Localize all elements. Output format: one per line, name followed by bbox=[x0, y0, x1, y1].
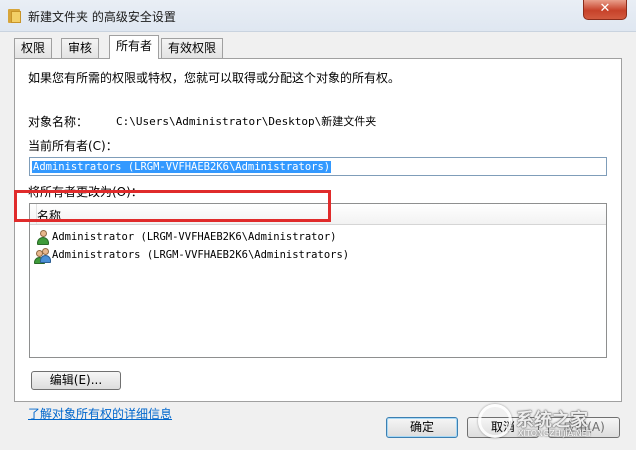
edit-button[interactable]: 编辑(E)... bbox=[31, 371, 121, 390]
folder-icon bbox=[8, 7, 22, 23]
watermark: 系统之家 XITONGZHIJIA.NET bbox=[470, 398, 630, 446]
tab-auditing[interactable]: 审核 bbox=[61, 38, 100, 58]
list-item-label: Administrator (LRGM-VVFHAEB2K6\Administr… bbox=[52, 231, 337, 243]
tab-owner[interactable]: 所有者 bbox=[109, 35, 160, 59]
list-item-administrator[interactable]: Administrator (LRGM-VVFHAEB2K6\Administr… bbox=[30, 229, 606, 247]
list-item-administrators[interactable]: Administrators (LRGM-VVFHAEB2K6\Administ… bbox=[30, 247, 606, 265]
ok-button[interactable]: 确定 bbox=[386, 417, 458, 438]
user-icon bbox=[36, 230, 50, 246]
current-owner-field[interactable]: Administrators (LRGM-VVFHAEB2K6\Administ… bbox=[29, 157, 607, 176]
list-item-label: Administrators (LRGM-VVFHAEB2K6\Administ… bbox=[52, 249, 350, 261]
tab-permissions[interactable]: 权限 bbox=[14, 38, 53, 58]
change-owner-label: 将所有者更改为(O)： bbox=[28, 185, 143, 199]
current-owner-label: 当前所有者(C)： bbox=[28, 139, 118, 153]
intro-text: 如果您有所需的权限或特权，您就可以取得或分配这个对象的所有权。 bbox=[28, 71, 401, 85]
owner-panel: 如果您有所需的权限或特权，您就可以取得或分配这个对象的所有权。 对象名称： C:… bbox=[14, 58, 622, 421]
learn-more-link[interactable]: 了解对象所有权的详细信息 bbox=[28, 405, 172, 422]
close-icon: ✕ bbox=[599, 1, 611, 16]
current-owner-value: Administrators (LRGM-VVFHAEB2K6\Administ… bbox=[32, 161, 332, 173]
tab-effective-permissions[interactable]: 有效权限 bbox=[161, 38, 224, 58]
watermark-logo-icon bbox=[478, 404, 512, 438]
user-group-icon bbox=[34, 248, 52, 264]
close-button[interactable]: ✕ bbox=[583, 0, 627, 20]
window-title: 新建文件夹 的高级安全设置 bbox=[28, 10, 176, 24]
list-header[interactable]: 名称 bbox=[30, 204, 606, 225]
title-bar: 新建文件夹 的高级安全设置 ✕ bbox=[0, 0, 636, 32]
object-name-value: C:\Users\Administrator\Desktop\新建文件夹 bbox=[116, 115, 377, 128]
object-name-label: 对象名称： bbox=[28, 115, 89, 129]
dialog-body: 权限 审核 所有者 有效权限 如果您有所需的权限或特权，您就可以取得或分配这个对… bbox=[0, 32, 636, 450]
column-name-header[interactable]: 名称 bbox=[37, 207, 61, 224]
watermark-logo-icon: XITONGZHIJIA.NET bbox=[518, 429, 592, 438]
owner-list[interactable]: 名称 Administrator (LRGM-VVFHAEB2K6\Admini… bbox=[29, 203, 607, 358]
